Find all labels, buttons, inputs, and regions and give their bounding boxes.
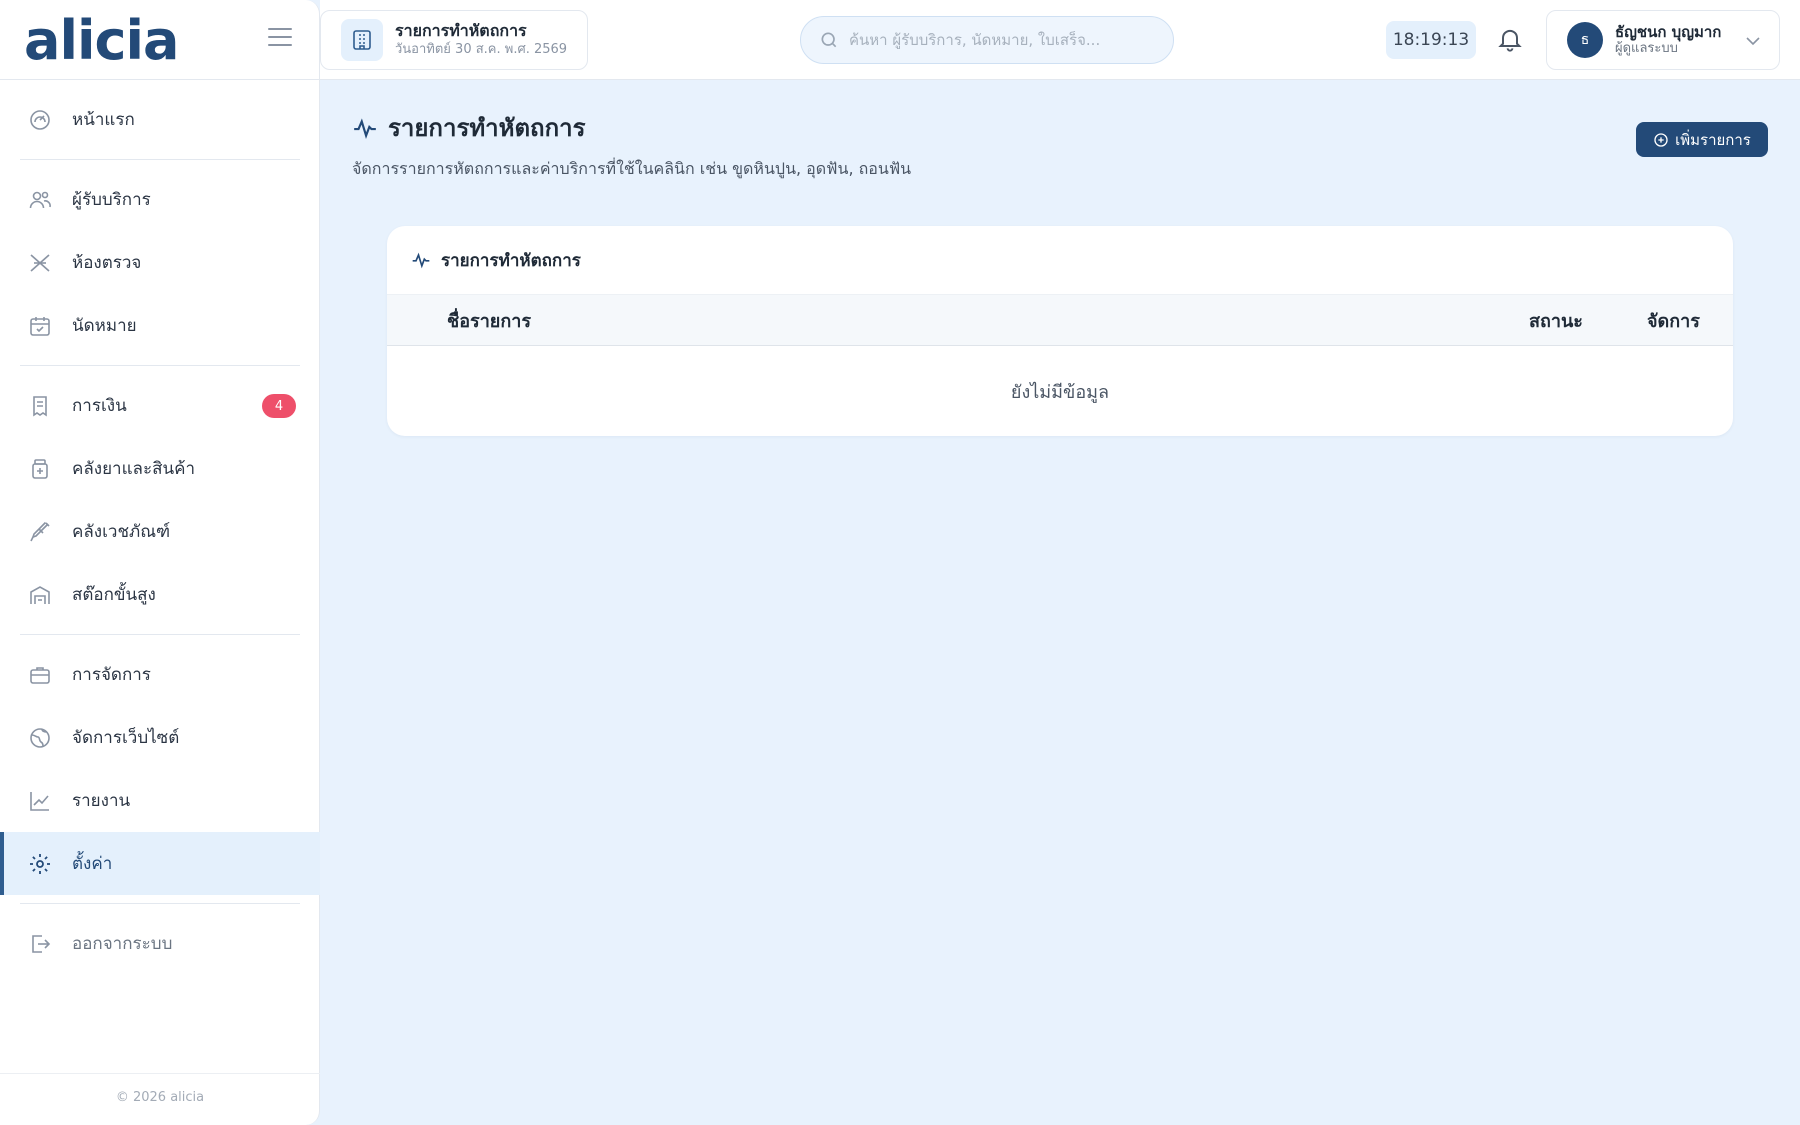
sidebar-item-pharmacy[interactable]: คลังยาและสินค้า	[0, 437, 320, 500]
sidebar-item-label: ออกจากระบบ	[72, 934, 173, 954]
add-item-button[interactable]: เพิ่มรายการ	[1636, 122, 1768, 157]
current-page-title: รายการทำหัตถการ	[395, 21, 527, 40]
card-title: รายการทำหัตถการ	[441, 250, 581, 271]
users-icon	[29, 191, 51, 208]
globe-icon	[30, 727, 50, 748]
card-header: รายการทำหัตถการ	[387, 226, 1733, 294]
user-menu[interactable]: ธ ธัญชนก บุญมาก ผู้ดูแลระบบ	[1546, 10, 1780, 70]
sidebar-item-management[interactable]: การจัดการ	[0, 643, 320, 706]
brand-logo[interactable]: alicia	[24, 8, 179, 74]
chart-icon	[30, 791, 49, 811]
page-subtitle: จัดการรายการหัตถการและค่าบริการที่ใช้ในค…	[352, 159, 912, 178]
sidebar-item-settings[interactable]: ตั้งค่า	[0, 832, 320, 895]
divider	[20, 365, 300, 366]
sidebar-item-label: ตั้งค่า	[72, 854, 113, 874]
sidebar-item-finance[interactable]: การเงิน 4	[0, 374, 320, 437]
user-role: ผู้ดูแลระบบ	[1615, 41, 1678, 56]
column-header-name[interactable]: ชื่อรายการ	[447, 306, 531, 335]
sidebar-nav: หน้าแรก ผู้รับบริการ ห้องตรวจ นัดหมาย กา…	[0, 88, 320, 975]
notification-badge: 4	[262, 394, 296, 418]
sidebar-item-label: การจัดการ	[72, 665, 151, 685]
sidebar-item-advanced-stock[interactable]: สต๊อกขั้นสูง	[0, 563, 320, 626]
sidebar-item-label: ห้องตรวจ	[72, 253, 142, 273]
sidebar-item-label: คลังเวชภัณฑ์	[72, 522, 171, 542]
medicine-icon	[32, 458, 48, 479]
dashboard-icon	[30, 109, 50, 130]
activity-icon	[354, 117, 376, 139]
sidebar-item-label: หน้าแรก	[72, 110, 135, 130]
notification-bell-icon[interactable]	[1496, 24, 1524, 54]
briefcase-icon	[30, 666, 50, 684]
add-item-label: เพิ่มรายการ	[1675, 130, 1751, 149]
clinic-building-icon	[341, 19, 383, 61]
sidebar: alicia หน้าแรก ผู้รับบริการ ห้องตรวจ นัด…	[0, 0, 320, 1125]
user-name: ธัญชนก บุญมาก	[1615, 23, 1722, 41]
sidebar-item-label: ผู้รับบริการ	[72, 190, 151, 210]
sidebar-item-exam-room[interactable]: ห้องตรวจ	[0, 231, 320, 294]
receipt-icon	[33, 395, 47, 416]
sidebar-item-label: การเงิน	[72, 396, 127, 416]
sidebar-item-label: คลังยาและสินค้า	[72, 459, 196, 479]
warehouse-icon	[30, 585, 50, 604]
divider	[20, 159, 300, 160]
search-bar[interactable]	[800, 16, 1174, 64]
menu-toggle-icon[interactable]	[268, 28, 292, 46]
column-header-status[interactable]: สถานะ	[1529, 306, 1583, 335]
sidebar-item-appointments[interactable]: นัดหมาย	[0, 294, 320, 357]
table-header: ชื่อรายการ สถานะ จัดการ	[387, 294, 1733, 346]
sidebar-item-label: จัดการเว็บไซต์	[72, 728, 180, 748]
sidebar-item-reports[interactable]: รายงาน	[0, 769, 320, 832]
page-title: รายการทำหัตถการ	[352, 108, 911, 147]
gear-icon	[30, 853, 50, 874]
sidebar-item-logout[interactable]: ออกจากระบบ	[0, 912, 320, 975]
copyright-text: © 2026 alicia	[115, 1090, 205, 1105]
empty-state: ยังไม่มีข้อมูล	[1010, 381, 1110, 403]
page-title-text: รายการทำหัตถการ	[388, 114, 586, 142]
plus-circle-icon	[1654, 132, 1668, 147]
divider	[0, 79, 320, 80]
syringe-icon	[30, 521, 50, 541]
search-icon	[821, 32, 837, 48]
sidebar-item-label: รายงาน	[72, 791, 131, 811]
top-bar: รายการทำหัตถการ วันอาทิตย์ 30 ส.ค. พ.ศ. …	[320, 0, 1800, 80]
current-date: วันอาทิตย์ 30 ส.ค. พ.ศ. 2569	[395, 42, 568, 57]
column-header-manage: จัดการ	[1647, 310, 1700, 332]
sidebar-item-label: สต๊อกขั้นสูง	[72, 585, 156, 605]
activity-icon	[412, 252, 430, 269]
procedure-list-card: รายการทำหัตถการ ชื่อรายการ สถานะ จัดการ …	[387, 226, 1733, 436]
search-input[interactable]	[849, 31, 1149, 49]
divider	[20, 634, 300, 635]
sidebar-item-clients[interactable]: ผู้รับบริการ	[0, 168, 320, 231]
logout-icon	[32, 934, 51, 953]
sidebar-item-website[interactable]: จัดการเว็บไซต์	[0, 706, 320, 769]
divider	[0, 1073, 320, 1074]
avatar: ธ	[1567, 22, 1603, 58]
calendar-icon	[30, 316, 50, 336]
sidebar-item-supplies[interactable]: คลังเวชภัณฑ์	[0, 500, 320, 563]
sidebar-item-label: นัดหมาย	[72, 316, 137, 336]
current-page-chip: รายการทำหัตถการ วันอาทิตย์ 30 ส.ค. พ.ศ. …	[320, 10, 588, 70]
page-header: รายการทำหัตถการ จัดการรายการหัตถการและค่…	[352, 108, 911, 182]
chevron-down-icon	[1746, 37, 1760, 46]
exam-room-icon	[30, 253, 50, 272]
sidebar-item-home[interactable]: หน้าแรก	[0, 88, 320, 151]
divider	[20, 903, 300, 904]
clock-display: 18:19:13	[1386, 21, 1476, 59]
